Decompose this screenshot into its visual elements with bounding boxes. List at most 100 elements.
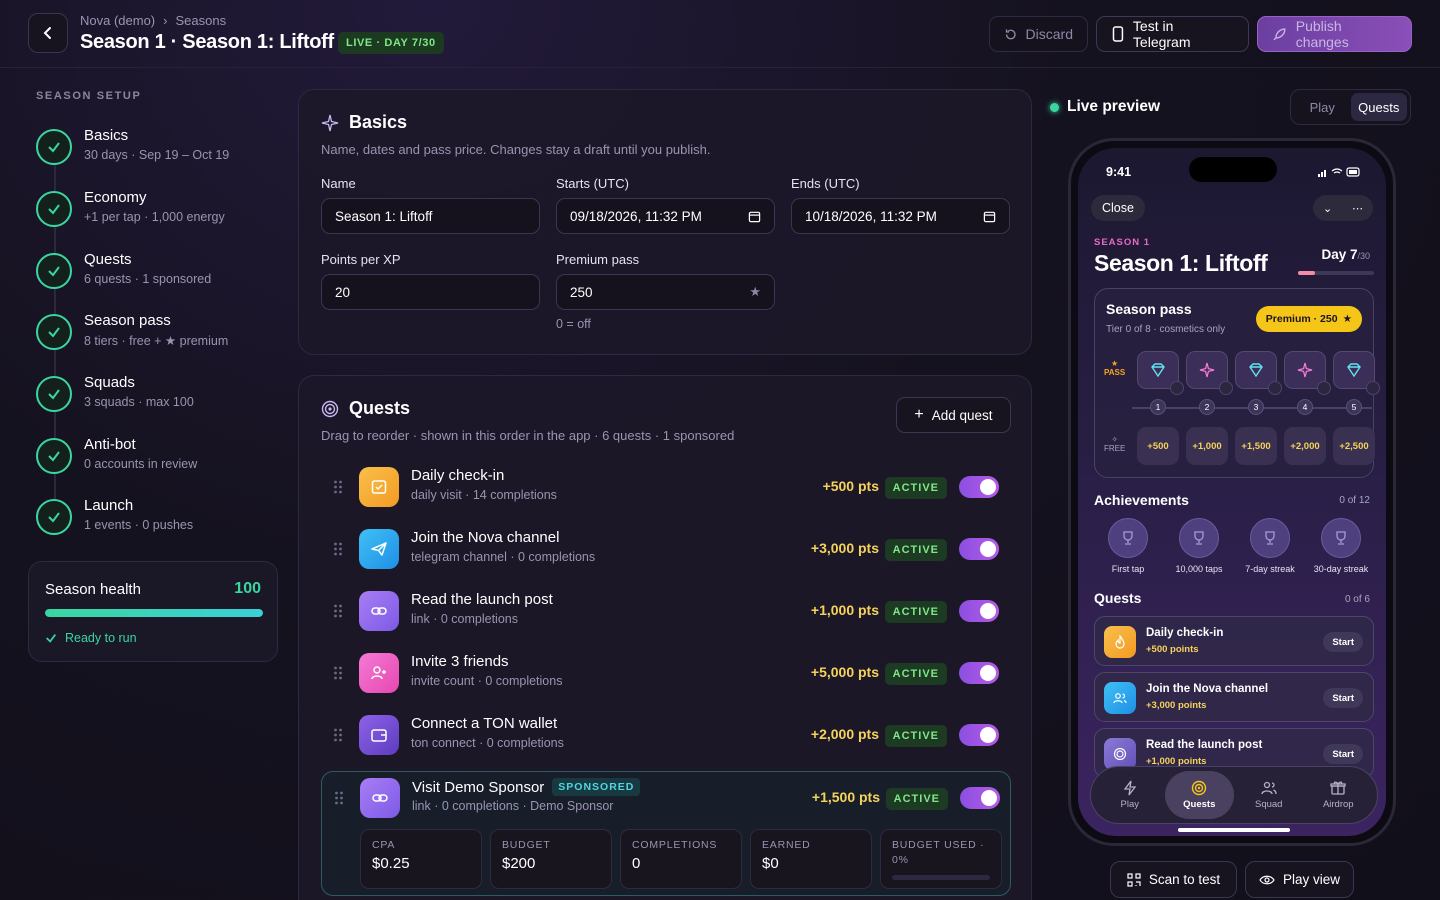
free-reward[interactable]: +1,000 bbox=[1186, 427, 1228, 465]
more-icon[interactable]: ⋯ bbox=[1352, 202, 1363, 215]
live-preview-heading: Live preview bbox=[1050, 98, 1160, 116]
step-economy[interactable]: Economy +1 per tap · 1,000 energy bbox=[36, 189, 276, 239]
ends-date-input[interactable]: 10/18/2026, 11:32 PM bbox=[791, 198, 1010, 234]
flame-icon bbox=[1104, 626, 1136, 658]
nav-play[interactable]: Play bbox=[1095, 771, 1165, 819]
free-reward[interactable]: +2,500 bbox=[1333, 427, 1375, 465]
name-input[interactable]: Season 1: Liftoff bbox=[321, 198, 540, 234]
nav-quests[interactable]: Quests bbox=[1164, 771, 1234, 819]
step-squads[interactable]: Squads 3 squads · max 100 bbox=[36, 374, 276, 424]
quest-active-toggle[interactable] bbox=[959, 476, 999, 498]
calendar-icon[interactable] bbox=[983, 210, 996, 223]
budget-used-bar bbox=[892, 875, 990, 880]
phone-quest-item[interactable]: Daily check-in +500 points Start bbox=[1094, 616, 1374, 666]
phone-quest-item[interactable]: Join the Nova channel +3,000 points Star… bbox=[1094, 672, 1374, 722]
quest-active-toggle[interactable] bbox=[959, 724, 999, 746]
users-icon bbox=[1104, 682, 1136, 714]
drag-handle-icon[interactable] bbox=[333, 541, 343, 557]
premium-pill-label: Premium · 250 bbox=[1265, 313, 1338, 325]
metric-earned: EARNED $0 bbox=[750, 829, 872, 889]
step-launch[interactable]: Launch 1 events · 0 pushes bbox=[36, 497, 276, 547]
mini-app-menu[interactable]: ⌄ ⋯ bbox=[1313, 195, 1373, 221]
check-icon bbox=[36, 314, 72, 350]
achievement[interactable]: First tap bbox=[1090, 518, 1166, 574]
close-button[interactable]: Close bbox=[1091, 195, 1145, 221]
eye-icon bbox=[1259, 875, 1275, 884]
step-basics[interactable]: Basics 30 days · Sep 19 – Oct 19 bbox=[36, 127, 276, 177]
achievement-label: 7-day streak bbox=[1245, 564, 1295, 574]
quest-active-toggle[interactable] bbox=[959, 662, 999, 684]
premium-pill[interactable]: Premium · 250 ★ bbox=[1255, 306, 1362, 332]
tab-play[interactable]: Play bbox=[1294, 93, 1351, 121]
nav-airdrop[interactable]: Airdrop bbox=[1304, 771, 1374, 819]
discard-button[interactable]: Discard bbox=[989, 16, 1088, 52]
basics-subtitle: Name, dates and pass price. Changes stay… bbox=[321, 142, 711, 157]
quest-row[interactable]: Daily check-in daily visit · 14 completi… bbox=[321, 461, 1009, 517]
achievement[interactable]: 7-day streak bbox=[1232, 518, 1308, 574]
drag-handle-icon[interactable] bbox=[333, 603, 343, 619]
test-in-telegram-button[interactable]: Test in Telegram bbox=[1096, 16, 1249, 52]
phone-quests-title: Quests bbox=[1094, 590, 1142, 606]
achievement[interactable]: 10,000 taps bbox=[1161, 518, 1237, 574]
add-quest-button[interactable]: + Add quest bbox=[896, 397, 1011, 433]
step-season-pass[interactable]: Season pass 8 tiers · free + ★ premium bbox=[36, 312, 276, 362]
health-status: Ready to run bbox=[45, 631, 137, 645]
day-counter: Day 7/30 bbox=[1321, 247, 1370, 262]
tier-reward-icon[interactable] bbox=[1284, 351, 1331, 395]
play-view-button[interactable]: Play view bbox=[1245, 861, 1354, 898]
breadcrumb-app[interactable]: Nova (demo) bbox=[80, 13, 155, 28]
drag-handle-icon[interactable] bbox=[334, 790, 344, 806]
home-indicator bbox=[1178, 828, 1290, 832]
tab-quests[interactable]: Quests bbox=[1350, 93, 1407, 121]
quest-active-toggle[interactable] bbox=[960, 787, 1000, 809]
back-button[interactable] bbox=[28, 13, 68, 53]
start-button[interactable]: Start bbox=[1323, 688, 1363, 708]
gift-icon bbox=[1330, 781, 1346, 795]
tier-reward-icon[interactable] bbox=[1186, 351, 1233, 395]
points-per-xp-input[interactable]: 20 bbox=[321, 274, 540, 310]
calendar-icon[interactable] bbox=[748, 210, 761, 223]
achievement[interactable]: 30-day streak bbox=[1303, 518, 1379, 574]
calendar-icon bbox=[359, 467, 399, 507]
phone-quests-count: 0 of 6 bbox=[1344, 594, 1370, 605]
lock-icon bbox=[1219, 381, 1233, 395]
quest-active-toggle[interactable] bbox=[959, 600, 999, 622]
premium-pass-input[interactable]: 250 ★ bbox=[556, 274, 775, 310]
sponsored-quest-card[interactable]: Visit Demo Sponsor SPONSORED link · 0 co… bbox=[321, 771, 1011, 896]
quest-row[interactable]: Join the Nova channel telegram channel ·… bbox=[321, 523, 1009, 579]
tier-reward-icon[interactable] bbox=[1333, 351, 1380, 395]
scan-to-test-button[interactable]: Scan to test bbox=[1110, 861, 1237, 898]
tier-reward-icon[interactable] bbox=[1235, 351, 1282, 395]
publish-button[interactable]: Publish changes bbox=[1257, 16, 1412, 52]
health-bar bbox=[45, 609, 263, 617]
day-value: Day 7 bbox=[1321, 247, 1358, 262]
trophy-icon bbox=[1250, 518, 1290, 558]
free-reward[interactable]: +500 bbox=[1137, 427, 1179, 465]
phone-bottom-nav: Play Quests Squad Airdrop bbox=[1090, 766, 1378, 824]
start-button[interactable]: Start bbox=[1323, 744, 1363, 764]
starts-date-input[interactable]: 09/18/2026, 11:32 PM bbox=[556, 198, 775, 234]
breadcrumb-seasons[interactable]: Seasons bbox=[175, 13, 226, 28]
free-reward[interactable]: +1,500 bbox=[1235, 427, 1277, 465]
step-anti-bot[interactable]: Anti-bot 0 accounts in review bbox=[36, 436, 276, 486]
quest-active-toggle[interactable] bbox=[959, 538, 999, 560]
metric-value: 0% bbox=[892, 854, 909, 866]
premium-pass-value: 250 bbox=[570, 284, 593, 300]
quest-status-badge: ACTIVE bbox=[884, 663, 947, 685]
tier-reward-icon[interactable] bbox=[1137, 351, 1184, 395]
drag-handle-icon[interactable] bbox=[333, 665, 343, 681]
quest-row[interactable]: Read the launch post link · 0 completion… bbox=[321, 585, 1009, 641]
quest-row[interactable]: Visit Demo Sponsor SPONSORED link · 0 co… bbox=[322, 772, 1010, 828]
nav-squad[interactable]: Squad bbox=[1234, 771, 1304, 819]
step-subtitle: 30 days · Sep 19 – Oct 19 bbox=[84, 148, 230, 162]
drag-handle-icon[interactable] bbox=[333, 727, 343, 743]
star-icon: ★ bbox=[1342, 313, 1352, 325]
step-quests[interactable]: Quests 6 quests · 1 sponsored bbox=[36, 251, 276, 301]
chevron-down-icon[interactable]: ⌄ bbox=[1323, 202, 1332, 215]
quest-row[interactable]: Invite 3 friends invite count · 0 comple… bbox=[321, 647, 1009, 703]
quests-card: Quests Drag to reorder · shown in this o… bbox=[298, 375, 1032, 900]
drag-handle-icon[interactable] bbox=[333, 479, 343, 495]
free-reward[interactable]: +2,000 bbox=[1284, 427, 1326, 465]
start-button[interactable]: Start bbox=[1323, 632, 1363, 652]
quest-row[interactable]: Connect a TON wallet ton connect · 0 com… bbox=[321, 709, 1009, 765]
